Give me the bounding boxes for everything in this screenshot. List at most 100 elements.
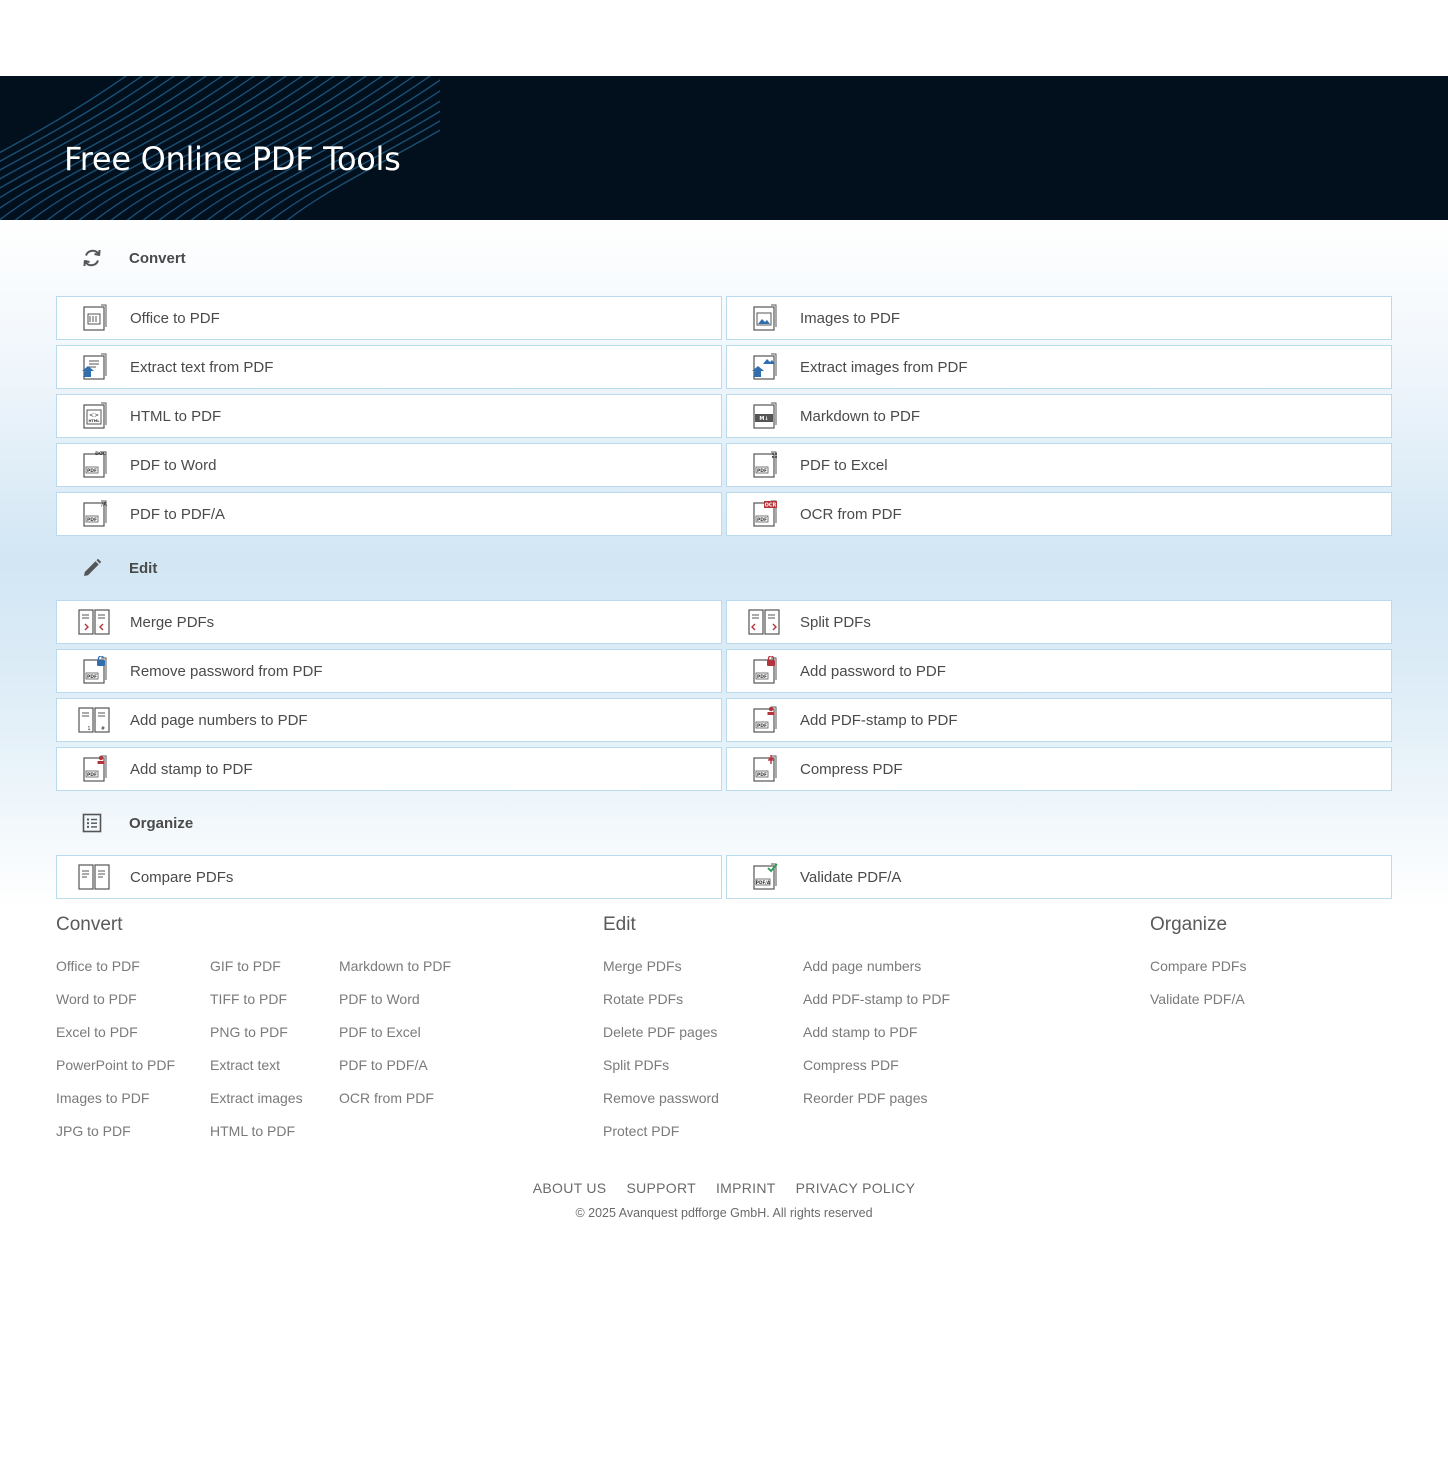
tool-markdown-to-pdf[interactable]: M↓ Markdown to PDF <box>726 394 1392 438</box>
section-label: Edit <box>129 559 158 577</box>
footer-link[interactable]: Rotate PDFs <box>603 991 719 1024</box>
footer-heading: Organize <box>1150 914 1228 935</box>
footer-link[interactable]: Images to PDF <box>56 1090 175 1123</box>
tool-label: Markdown to PDF <box>800 407 921 425</box>
extract-images-icon <box>752 353 777 380</box>
footer-link[interactable]: Delete PDF pages <box>603 1024 719 1057</box>
tool-remove-password[interactable]: PDF Remove password from PDF <box>56 649 722 693</box>
footer-link[interactable]: Remove password <box>603 1090 719 1123</box>
page-title: Free Online PDF Tools <box>64 140 401 178</box>
html-document-icon: <>HTML <box>83 402 107 429</box>
tool-pdf-to-pdfa[interactable]: PDF/A PDF to PDF/A <box>56 492 722 536</box>
footer-list: Office to PDF Word to PDF Excel to PDF Powe… <box>56 958 175 1156</box>
footer-link[interactable]: Merge PDFs <box>603 958 719 991</box>
footer-link[interactable]: Split PDFs <box>603 1057 719 1090</box>
footer-convert: Convert <box>56 910 123 936</box>
footer-link[interactable]: Add page numbers <box>803 958 950 991</box>
tool-grid: Office to PDF Images to PDF Extract text… <box>56 296 1392 536</box>
footer-link[interactable]: Office to PDF <box>56 958 175 991</box>
svg-text:/A: /A <box>101 502 107 508</box>
tool-html-to-pdf[interactable]: <> HTML HTML to PDF <box>56 394 722 438</box>
privacy-policy-link[interactable]: PRIVACY POLICY <box>796 1180 916 1196</box>
footer-link[interactable]: PDF to Excel <box>339 1024 451 1057</box>
footer-link[interactable]: Compare PDFs <box>1150 958 1246 991</box>
footer-list: Merge PDFs Rotate PDFs Delete PDF pages Spl… <box>603 958 719 1156</box>
svg-text:1: 1 <box>87 726 90 732</box>
tool-compress-pdf[interactable]: PDF Compress PDF <box>726 747 1392 791</box>
tool-ocr-from-pdf[interactable]: PDF OCR OCR from PDF <box>726 492 1392 536</box>
tool-merge-pdfs[interactable]: Merge PDFs <box>56 600 722 644</box>
section-header-organize: Organize <box>56 791 1392 855</box>
tool-label: Validate PDF/A <box>800 868 902 886</box>
tool-pdf-to-word[interactable]: PDF DOC PDF to Word <box>56 443 722 487</box>
footer-list: Markdown to PDF PDF to Word PDF to Excel PD… <box>339 958 451 1123</box>
footer-link[interactable]: Extract images <box>210 1090 303 1123</box>
tool-label: Extract text from PDF <box>130 358 274 376</box>
tool-add-stamp[interactable]: PDF Add stamp to PDF <box>56 747 722 791</box>
top-bar <box>0 0 1448 76</box>
section-label: Convert <box>129 249 186 267</box>
page-numbers-icon: 1 # <box>78 707 110 733</box>
about-us-link[interactable]: ABOUT US <box>533 1180 607 1196</box>
footer-link[interactable]: OCR from PDF <box>339 1090 451 1123</box>
footer-link[interactable]: Extract text <box>210 1057 303 1090</box>
tool-validate-pdfa[interactable]: PDF/A Validate PDF/A <box>726 855 1392 899</box>
footer-link[interactable]: Add PDF-stamp to PDF <box>803 991 950 1024</box>
footer-link[interactable]: PDF to PDF/A <box>339 1057 451 1090</box>
tool-office-to-pdf[interactable]: Office to PDF <box>56 296 722 340</box>
tool-label: Add password to PDF <box>800 662 946 680</box>
footer-link[interactable]: TIFF to PDF <box>210 991 303 1024</box>
copyright: © 2025 Avanquest pdfforge GmbH. All righ… <box>575 1206 873 1220</box>
support-link[interactable]: SUPPORT <box>626 1180 696 1196</box>
footer-link[interactable]: Validate PDF/A <box>1150 991 1246 1024</box>
footer-columns: Convert Office to PDF Word to PDF Excel to… <box>0 910 1448 1180</box>
footer-link[interactable]: Add stamp to PDF <box>803 1024 950 1057</box>
tool-add-pdf-stamp[interactable]: PDF Add PDF-stamp to PDF <box>726 698 1392 742</box>
footer: Convert Office to PDF Word to PDF Excel to… <box>0 910 1448 1220</box>
tool-grid: Compare PDFs PDF/A Validate PDF/A <box>56 855 1392 899</box>
svg-text:M↓: M↓ <box>759 416 768 422</box>
list-icon <box>82 813 102 833</box>
tool-split-pdfs[interactable]: Split PDFs <box>726 600 1392 644</box>
footer-link[interactable]: Reorder PDF pages <box>803 1090 950 1123</box>
footer-edit: Edit <box>603 910 636 936</box>
footer-list: Add page numbers Add PDF-stamp to PDF Add … <box>803 958 950 1123</box>
lock-icon: PDF <box>753 656 777 684</box>
stamp-icon: PDF <box>83 755 107 782</box>
footer-link[interactable]: PNG to PDF <box>210 1024 303 1057</box>
footer-link[interactable]: PDF to Word <box>339 991 451 1024</box>
footer-organize: Organize <box>1150 910 1227 936</box>
image-document-icon <box>753 304 777 331</box>
tool-extract-text[interactable]: Extract text from PDF <box>56 345 722 389</box>
tool-extract-images[interactable]: Extract images from PDF <box>726 345 1392 389</box>
footer-heading: Edit <box>603 914 636 935</box>
tool-add-page-numbers[interactable]: 1 # Add page numbers to PDF <box>56 698 722 742</box>
footer-link[interactable]: Compress PDF <box>803 1057 950 1090</box>
tool-label: Remove password from PDF <box>130 662 323 680</box>
svg-text:PDF: PDF <box>87 772 97 778</box>
footer-link[interactable]: HTML to PDF <box>210 1123 303 1156</box>
footer-link[interactable]: JPG to PDF <box>56 1123 175 1156</box>
svg-text:PDF: PDF <box>757 674 767 680</box>
footer-link[interactable]: Word to PDF <box>56 991 175 1024</box>
pdf-to-doc-icon: PDF DOC <box>83 451 107 478</box>
tool-add-password[interactable]: PDF Add password to PDF <box>726 649 1392 693</box>
footer-link[interactable]: Excel to PDF <box>56 1024 175 1057</box>
tool-label: PDF to Excel <box>800 456 888 474</box>
tool-images-to-pdf[interactable]: Images to PDF <box>726 296 1392 340</box>
footer-link[interactable]: Protect PDF <box>603 1123 719 1156</box>
imprint-link[interactable]: IMPRINT <box>716 1180 776 1196</box>
tool-compare-pdfs[interactable]: Compare PDFs <box>56 855 722 899</box>
footer-link[interactable]: GIF to PDF <box>210 958 303 991</box>
svg-text:HTML: HTML <box>88 419 100 423</box>
section-header-edit: Edit <box>56 536 1392 600</box>
pdf-to-pdfa-icon: PDF/A <box>83 500 107 527</box>
tool-pdf-to-excel[interactable]: PDF PDF to Excel <box>726 443 1392 487</box>
legal-bar: ABOUT US SUPPORT IMPRINT PRIVACY POLICY … <box>0 1180 1448 1220</box>
footer-link[interactable]: Markdown to PDF <box>339 958 451 991</box>
tool-label: Add page numbers to PDF <box>130 711 308 729</box>
legal-links: ABOUT US SUPPORT IMPRINT PRIVACY POLICY <box>0 1180 1448 1196</box>
tool-label: Extract images from PDF <box>800 358 968 376</box>
footer-link[interactable]: PowerPoint to PDF <box>56 1057 175 1090</box>
tool-grid: Merge PDFs Split PDFs PDF Remove password… <box>56 600 1392 791</box>
